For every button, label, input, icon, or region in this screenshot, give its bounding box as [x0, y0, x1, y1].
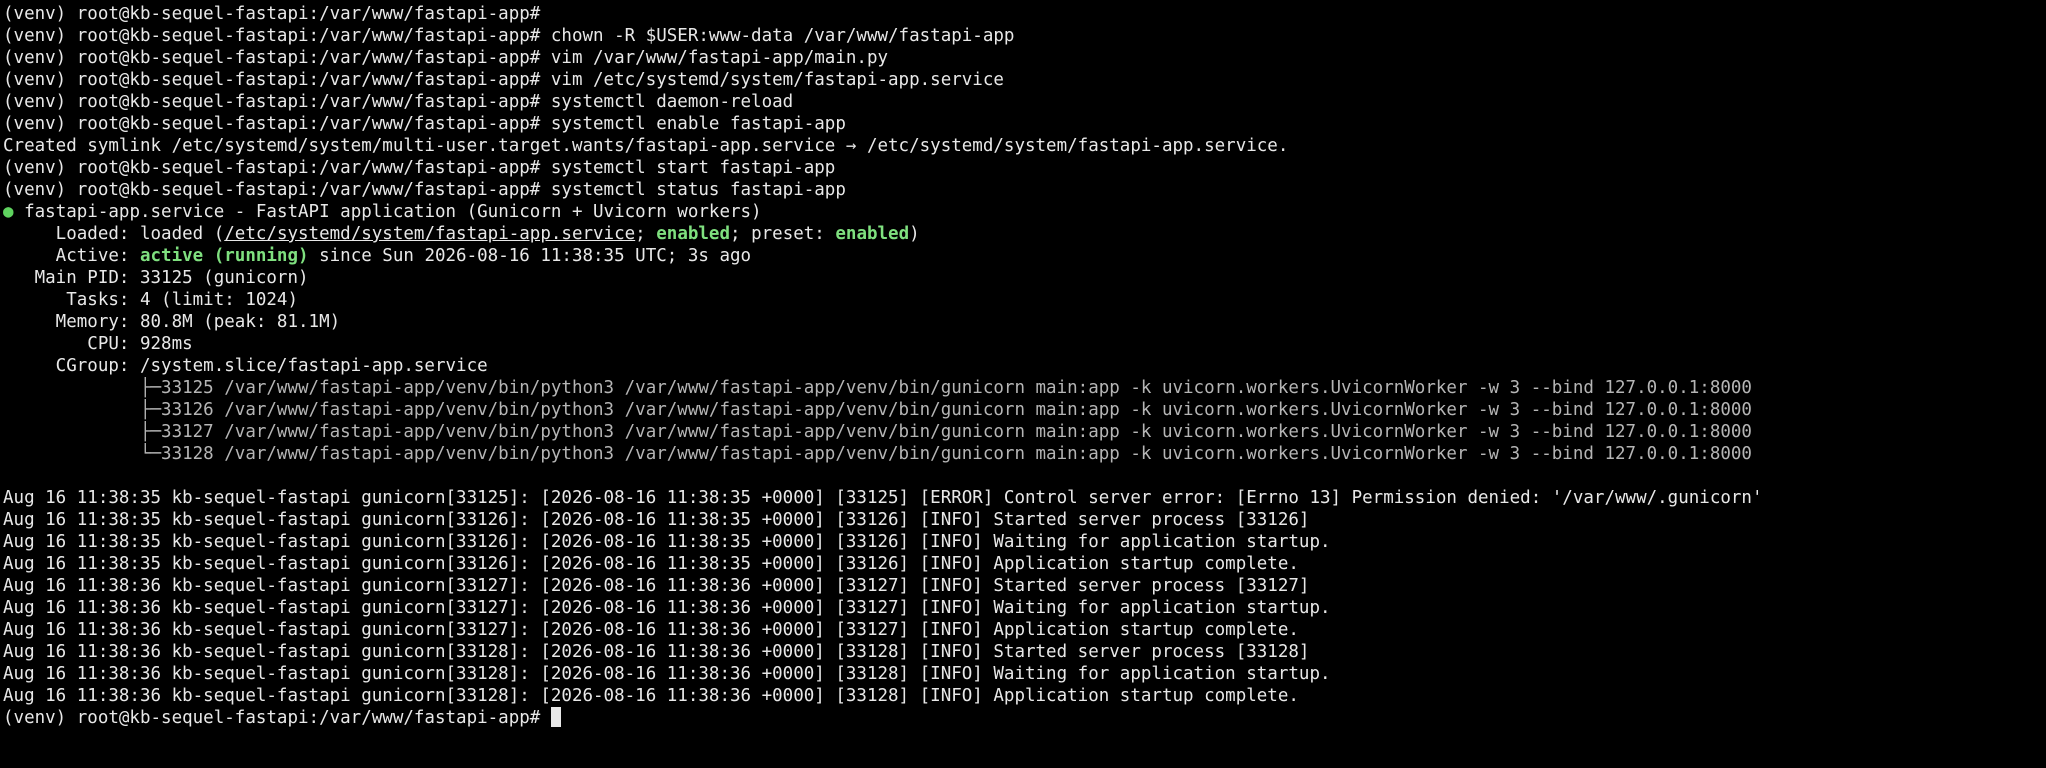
- active-prefix: Active:: [3, 246, 140, 266]
- log-line: Aug 16 11:38:36 kb-sequel-fastapi gunico…: [3, 642, 1310, 662]
- cursor-block[interactable]: [550, 707, 561, 727]
- prompt-text: (venv) root@kb-sequel-fastapi:/var/www/f…: [3, 708, 551, 728]
- history-line: (venv) root@kb-sequel-fastapi:/var/www/f…: [3, 114, 846, 134]
- unit-file-path: /etc/systemd/system/fastapi-app.service: [224, 224, 636, 244]
- process-line: ├─33126 /var/www/fastapi-app/venv/bin/py…: [3, 400, 1752, 420]
- log-line: Aug 16 11:38:36 kb-sequel-fastapi gunico…: [3, 576, 1310, 596]
- loaded-suffix: ): [909, 224, 920, 244]
- memory-line: Memory: 80.8M (peak: 81.1M): [3, 312, 341, 332]
- history-line: (venv) root@kb-sequel-fastapi:/var/www/f…: [3, 158, 836, 178]
- enabled-badge: enabled: [656, 224, 731, 244]
- terminal-window[interactable]: (venv) root@kb-sequel-fastapi:/var/www/f…: [3, 3, 2043, 765]
- log-line: Aug 16 11:38:35 kb-sequel-fastapi gunico…: [3, 532, 1331, 552]
- active-state-badge: active (running): [139, 246, 309, 266]
- prompt-line[interactable]: (venv) root@kb-sequel-fastapi:/var/www/f…: [3, 707, 2043, 729]
- history-line: Created symlink /etc/systemd/system/mult…: [3, 136, 1289, 156]
- process-line: ├─33127 /var/www/fastapi-app/venv/bin/py…: [3, 422, 1752, 442]
- history-line: (venv) root@kb-sequel-fastapi:/var/www/f…: [3, 92, 794, 112]
- preset-badge: enabled: [835, 224, 910, 244]
- log-line: Aug 16 11:38:36 kb-sequel-fastapi gunico…: [3, 598, 1331, 618]
- log-line: Aug 16 11:38:35 kb-sequel-fastapi gunico…: [3, 488, 1763, 508]
- main-pid-line: Main PID: 33125 (gunicorn): [3, 268, 309, 288]
- active-since: since Sun 2026-08-16 11:38:35 UTC; 3s ag…: [308, 246, 752, 266]
- log-line: Aug 16 11:38:36 kb-sequel-fastapi gunico…: [3, 686, 1299, 706]
- tasks-line: Tasks: 4 (limit: 1024): [3, 290, 299, 310]
- service-unit-text: fastapi-app.service - FastAPI applicatio…: [13, 202, 762, 222]
- loaded-prefix: Loaded: loaded (: [3, 224, 225, 244]
- history-line: (venv) root@kb-sequel-fastapi:/var/www/f…: [3, 4, 541, 24]
- process-line: ├─33125 /var/www/fastapi-app/venv/bin/py…: [3, 378, 1752, 398]
- log-line: Aug 16 11:38:36 kb-sequel-fastapi gunico…: [3, 664, 1331, 684]
- log-line: Aug 16 11:38:35 kb-sequel-fastapi gunico…: [3, 554, 1299, 574]
- loaded-separator: ;: [635, 224, 657, 244]
- history-line: (venv) root@kb-sequel-fastapi:/var/www/f…: [3, 70, 1004, 90]
- cpu-line: CPU: 928ms: [3, 334, 193, 354]
- log-line: Aug 16 11:38:36 kb-sequel-fastapi gunico…: [3, 620, 1299, 640]
- active-line: Active: active (running) since Sun 2026-…: [3, 245, 2043, 267]
- log-line: Aug 16 11:38:35 kb-sequel-fastapi gunico…: [3, 510, 1310, 530]
- process-line: └─33128 /var/www/fastapi-app/venv/bin/py…: [3, 444, 1752, 464]
- history-line: (venv) root@kb-sequel-fastapi:/var/www/f…: [3, 26, 1015, 46]
- history-line: (venv) root@kb-sequel-fastapi:/var/www/f…: [3, 48, 889, 68]
- status-dot-icon: ●: [3, 202, 14, 222]
- service-unit-line: ● fastapi-app.service - FastAPI applicat…: [3, 201, 2043, 223]
- cgroup-line: CGroup: /system.slice/fastapi-app.servic…: [3, 356, 488, 376]
- preset-label: ; preset:: [730, 224, 836, 244]
- loaded-line: Loaded: loaded (/etc/systemd/system/fast…: [3, 223, 2043, 245]
- history-line: (venv) root@kb-sequel-fastapi:/var/www/f…: [3, 180, 846, 200]
